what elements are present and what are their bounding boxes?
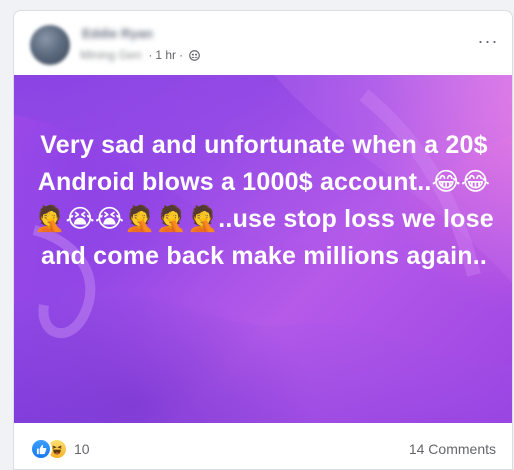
group-name[interactable]: Mining Gen	[80, 48, 141, 62]
post-meta: Mining Gen · 1 hr ·	[80, 47, 200, 63]
reactions-summary[interactable]: 10	[30, 438, 90, 460]
comments-count[interactable]: 14 Comments	[409, 441, 496, 457]
post-background-media[interactable]: Very sad and unfortunate when a 20$ Andr…	[14, 75, 512, 423]
more-options-button[interactable]: ···	[474, 29, 502, 53]
post-text: Very sad and unfortunate when a 20$ Andr…	[34, 131, 494, 270]
friends-icon[interactable]	[189, 49, 200, 61]
post-time[interactable]: 1 hr	[155, 48, 176, 62]
author-avatar[interactable]	[30, 25, 70, 65]
author-name[interactable]: Eddie Ryan	[80, 26, 155, 41]
like-icon	[30, 438, 52, 460]
post-footer: 10 14 Comments	[14, 423, 512, 469]
post-header: Eddie Ryan Mining Gen · 1 hr · ···	[14, 11, 512, 71]
meta-separator: ·	[179, 48, 184, 62]
reaction-count[interactable]: 10	[74, 441, 90, 457]
post-card: Eddie Ryan Mining Gen · 1 hr · ··· Very …	[13, 10, 513, 470]
meta-separator: ·	[148, 48, 153, 62]
